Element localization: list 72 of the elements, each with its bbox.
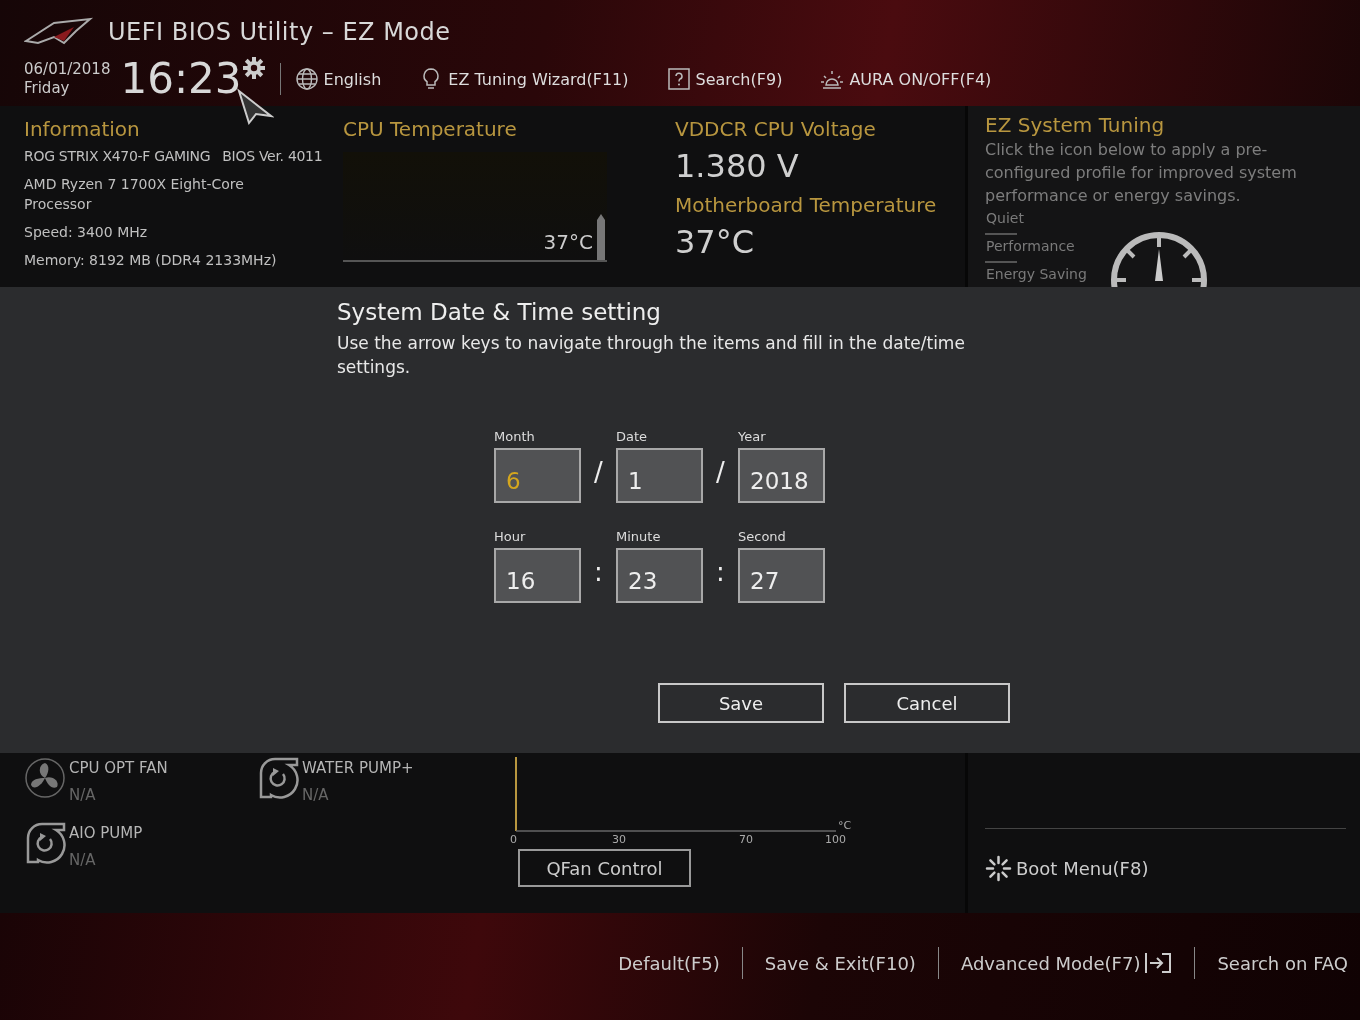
toolbar-button[interactable]: Search(F9) <box>666 67 783 91</box>
axis-unit-label: °C <box>838 819 852 832</box>
info-text: Memory: 8192 MB (DDR4 2133MHz) <box>24 251 278 270</box>
footer-button[interactable]: Save & Exit(F10) <box>764 952 916 974</box>
pump-icon <box>24 822 66 864</box>
window-title: UEFI BIOS Utility – EZ Mode <box>108 18 451 46</box>
axis-tick-label: 30 <box>612 833 626 846</box>
input-field[interactable]: 27 <box>738 548 825 603</box>
fan-name: WATER PUMP+ <box>302 758 414 779</box>
info-text: Speed: 3400 MHz <box>24 223 149 242</box>
cancel-button[interactable]: Cancel <box>844 683 1010 723</box>
reading-value: 1.380 V <box>675 146 800 187</box>
date-text: 06/01/2018 <box>24 60 111 79</box>
clock-time: 16:23 <box>120 57 242 101</box>
fan-icon <box>24 757 66 799</box>
toolbar-button[interactable]: EZ Tuning Wizard(F11) <box>419 67 629 91</box>
save-button[interactable]: Save <box>658 683 824 723</box>
info-text: ROG STRIX X470-F GAMING <box>24 147 211 166</box>
globe-icon <box>294 67 319 91</box>
fan-name: AIO PUMP <box>69 823 143 844</box>
tuning-description: Click the icon below to apply a pre-configured profile for improved system performance or energy savings. <box>985 139 1298 207</box>
boot-menu-button[interactable]: Boot Menu(F8) <box>985 855 1346 882</box>
fan-reading: N/A <box>302 785 330 806</box>
footer-button[interactable]: Search on FAQ <box>1217 952 1348 974</box>
logo-icon <box>24 17 94 47</box>
qfan-control-button[interactable]: QFan Control <box>518 849 691 887</box>
profile-option[interactable]: Energy Saving <box>985 263 1340 287</box>
axis-tick-label: 100 <box>825 833 846 846</box>
profile-option[interactable]: Performance <box>985 235 1340 261</box>
separator-text: : <box>593 556 604 589</box>
pump-icon <box>257 757 299 799</box>
fan-name: CPU OPT FAN <box>69 758 168 779</box>
input-field[interactable]: 1 <box>616 448 703 503</box>
footer-button[interactable]: Advanced Mode(F7) <box>960 951 1173 975</box>
axis-tick-label: 70 <box>739 833 753 846</box>
section-title: Information <box>24 116 141 142</box>
axis-tick-label: 0 <box>510 833 517 846</box>
search-icon <box>666 67 691 91</box>
cursor-icon <box>236 88 274 126</box>
fan-reading: N/A <box>69 850 97 871</box>
section-title: EZ System Tuning <box>985 112 1166 138</box>
field-label: Date <box>616 429 649 446</box>
settings-icon[interactable] <box>241 56 266 80</box>
profile-option[interactable]: Quiet <box>985 207 1340 233</box>
field-label: Minute <box>616 529 662 546</box>
section-title: Motherboard Temperature <box>675 192 938 218</box>
temperature-bar-icon <box>597 214 605 260</box>
input-field[interactable]: 16 <box>494 548 581 603</box>
separator-text: / <box>593 456 604 489</box>
field-label: Year <box>738 429 767 446</box>
separator-text: : <box>715 556 726 589</box>
dialog-title: System Date & Time setting <box>337 298 662 327</box>
field-label: Second <box>738 529 787 546</box>
fan-reading: N/A <box>69 785 97 806</box>
input-field[interactable]: 23 <box>616 548 703 603</box>
toolbar-button[interactable]: AURA ON/OFF(F4) <box>820 67 992 91</box>
exit-icon <box>1144 951 1173 975</box>
dialog-description: Use the arrow keys to navigate through the items and fill in the date/time settings. <box>337 332 966 379</box>
info-text: AMD Ryzen 7 1700X Eight-Core Processor <box>24 175 245 214</box>
input-field[interactable]: 2018 <box>738 448 825 503</box>
field-label: Hour <box>494 529 527 546</box>
temperature-reading: 37°C <box>543 230 593 254</box>
day-text: Friday <box>24 79 71 98</box>
footer-button[interactable]: Default(F5) <box>618 952 720 974</box>
separator-text: / <box>715 456 726 489</box>
toolbar-button[interactable]: English <box>294 67 382 91</box>
info-text: BIOS Ver. 4011 <box>222 147 323 166</box>
section-title: CPU Temperature <box>343 116 518 142</box>
section-title: VDDCR CPU Voltage <box>675 116 877 142</box>
spinner-icon <box>985 855 1012 882</box>
field-label: Month <box>494 429 536 446</box>
reading-value: 37°C <box>675 222 756 263</box>
